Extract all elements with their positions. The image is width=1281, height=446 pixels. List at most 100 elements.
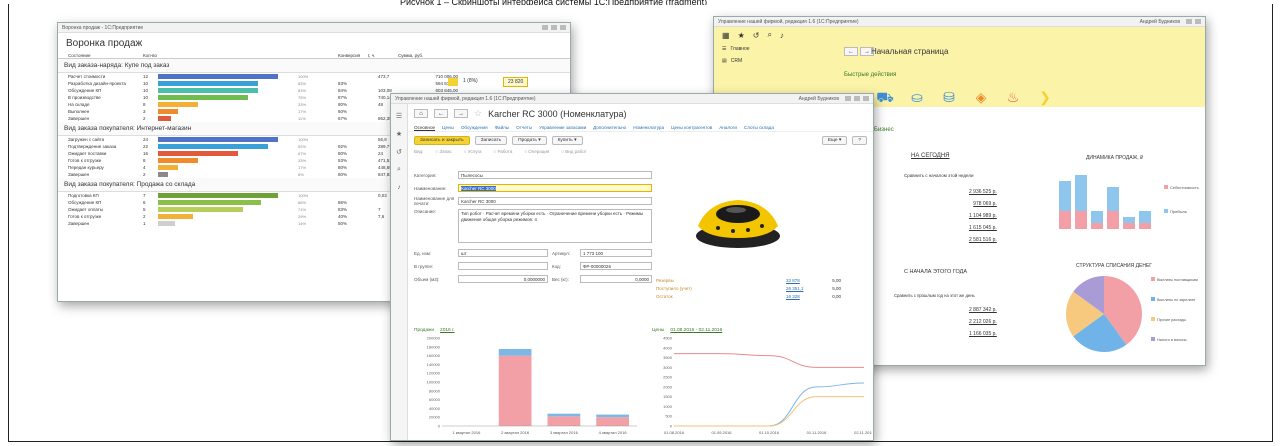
buy-button[interactable]: Купить ▾ bbox=[551, 136, 583, 145]
bell-icon[interactable]: ♪ bbox=[780, 31, 784, 40]
user-name[interactable]: Андрей Будников bbox=[799, 96, 839, 102]
tab-7[interactable]: Номенклатура bbox=[633, 125, 664, 130]
close-icon[interactable] bbox=[1195, 19, 1201, 24]
tab-0[interactable]: Основное bbox=[414, 125, 435, 130]
column-header[interactable]: Сумма, руб. bbox=[398, 53, 448, 58]
funnel-row[interactable]: Расчет стоимости 12 100% 473,7 710 006,00 bbox=[58, 73, 570, 80]
tab-3[interactable]: Файлы bbox=[495, 125, 510, 130]
menu-icon[interactable]: ☰ bbox=[396, 112, 402, 120]
sell-button[interactable]: Продать ▾ bbox=[512, 136, 547, 145]
kpi-value[interactable]: 1 104 989 р. bbox=[969, 213, 997, 225]
tab-8[interactable]: Цены контрагентов bbox=[671, 125, 712, 130]
today-compare-link[interactable]: Сравнить с началом этой недели bbox=[904, 173, 974, 178]
save-and-close-button[interactable]: Записать и закрыть bbox=[414, 136, 470, 145]
legend-swatch bbox=[1164, 185, 1168, 189]
chevron-right-icon[interactable]: ❯ bbox=[1034, 89, 1056, 105]
star-icon[interactable]: ★ bbox=[738, 31, 745, 40]
product-form: ⌂ ← → ☆ Karcher RC 3000 (Номенклатура) О… bbox=[408, 104, 873, 440]
maximize-icon[interactable] bbox=[854, 96, 860, 101]
type-label: Вид: bbox=[414, 149, 424, 154]
more-button[interactable]: Еще ▾ bbox=[821, 136, 848, 145]
back-button[interactable]: ← bbox=[434, 109, 448, 118]
maximize-icon[interactable] bbox=[551, 25, 557, 30]
kpi-value[interactable]: 1 166 035 р. bbox=[969, 331, 997, 343]
fullname-field[interactable]: Karcher RC 3000 bbox=[458, 197, 652, 205]
funnel-group[interactable]: Вид заказа-наряда: Купе под заказ bbox=[58, 59, 570, 73]
stat-value[interactable]: 33 878 bbox=[786, 278, 816, 283]
section-main[interactable]: ☰ Главное bbox=[714, 43, 826, 55]
stat-value[interactable]: 16 328 bbox=[786, 294, 816, 299]
bell-icon[interactable]: ♪ bbox=[397, 184, 401, 191]
tab-2[interactable]: Обсуждения bbox=[461, 125, 488, 130]
column-header[interactable]: t, ч. bbox=[368, 53, 398, 58]
sales-year[interactable]: 2016 г. bbox=[440, 328, 455, 333]
cart-icon[interactable]: ⛟ bbox=[874, 89, 896, 105]
y-tick-label: 120000 bbox=[427, 371, 441, 376]
tab-6[interactable]: Дополнительно bbox=[593, 125, 626, 130]
close-icon[interactable] bbox=[863, 96, 869, 101]
volume-field[interactable]: 0,0000000 bbox=[458, 275, 548, 283]
unit-field[interactable]: шт bbox=[458, 249, 548, 257]
group-field[interactable] bbox=[458, 262, 548, 270]
column-header[interactable]: Конверсия bbox=[338, 53, 368, 58]
type-radio[interactable]: ○ Услуга bbox=[464, 149, 482, 154]
back-button[interactable]: ← bbox=[844, 47, 858, 56]
tab-10[interactable]: Слоты склада bbox=[744, 125, 774, 130]
weight-field[interactable]: 0,0000 bbox=[580, 275, 652, 283]
column-header[interactable]: Состояние bbox=[68, 53, 143, 58]
tab-9[interactable]: Аналоги bbox=[719, 125, 737, 130]
code-field[interactable]: ФР-00000026 bbox=[580, 262, 652, 270]
type-radio[interactable]: ○ Работа bbox=[494, 149, 513, 154]
tab-1[interactable]: Цены bbox=[442, 125, 454, 130]
close-icon[interactable] bbox=[560, 25, 566, 30]
y-tick-label: 20000 bbox=[429, 415, 441, 420]
remain-sum[interactable]: 23 820 bbox=[503, 77, 529, 87]
grid-icon[interactable]: ▦ bbox=[722, 31, 730, 40]
coins-icon[interactable]: ⛁ bbox=[938, 89, 960, 105]
article-field[interactable]: 1 773 100 bbox=[580, 249, 652, 257]
star-icon[interactable]: ★ bbox=[396, 130, 402, 138]
money-icon[interactable]: ⛀ bbox=[906, 89, 928, 105]
type-radio[interactable]: ○ Вид работ bbox=[561, 149, 586, 154]
save-button[interactable]: Записать bbox=[474, 136, 508, 145]
history-icon[interactable]: ↺ bbox=[396, 148, 402, 156]
kpi-value[interactable]: 2 936 525 р. bbox=[969, 189, 997, 201]
search-icon[interactable]: ⌕ bbox=[767, 30, 771, 40]
kpi-value[interactable]: 2 212 026 р. bbox=[969, 319, 997, 331]
kpi-value[interactable]: 2 887 342 р. bbox=[969, 307, 997, 319]
minimize-icon[interactable] bbox=[542, 25, 548, 30]
history-icon[interactable]: ↺ bbox=[753, 31, 760, 40]
prices-period[interactable]: 01.08.2016 - 02.11.2016 bbox=[670, 328, 722, 333]
x-tick-label: 1 квартал 2016 bbox=[452, 430, 481, 435]
user-name[interactable]: Андрей Будников bbox=[1140, 19, 1180, 25]
today-title[interactable]: НА СЕГОДНЯ bbox=[911, 153, 950, 159]
forward-button[interactable]: → bbox=[454, 109, 468, 118]
search-icon[interactable]: ⌕ bbox=[397, 166, 401, 174]
tab-5[interactable]: Управление запасами bbox=[539, 125, 586, 130]
stage-bar-track bbox=[158, 214, 298, 219]
stage-pct: 17% bbox=[298, 165, 307, 170]
category-field[interactable]: Пылесосы bbox=[458, 171, 652, 179]
section-crm[interactable]: ▤ CRM bbox=[714, 55, 826, 67]
year-compare-link[interactable]: Сравнить с прошлым год на этот же день bbox=[894, 293, 975, 298]
name-field[interactable]: Karcher RC 3000 bbox=[458, 184, 652, 192]
kpi-value[interactable]: 2 581 516 р. bbox=[969, 237, 997, 249]
minimize-icon[interactable] bbox=[1186, 19, 1192, 24]
crm-icon: ▤ bbox=[722, 58, 727, 64]
fire-icon[interactable]: ♨ bbox=[1002, 89, 1024, 105]
help-button[interactable]: ? bbox=[852, 136, 867, 145]
kpi-value[interactable]: 978 069 р. bbox=[969, 201, 997, 213]
favorite-star-icon[interactable]: ☆ bbox=[474, 108, 482, 119]
box-icon[interactable]: ◈ bbox=[970, 89, 992, 105]
home-button[interactable]: ⌂ bbox=[414, 109, 428, 118]
stage-pct: 14% bbox=[298, 221, 307, 226]
type-radio[interactable]: ○ Запас bbox=[435, 149, 451, 154]
kpi-value[interactable]: 1 615 045 р. bbox=[969, 225, 997, 237]
stat-value[interactable]: 26 351,1 bbox=[786, 286, 816, 291]
type-radio[interactable]: ○ Операция bbox=[524, 149, 549, 154]
description-field[interactable]: Тип робот · Расчет времени уборки есть ·… bbox=[458, 209, 652, 243]
column-header[interactable]: Кол-во bbox=[143, 53, 158, 58]
tab-4[interactable]: Отчеты bbox=[516, 125, 532, 130]
minimize-icon[interactable] bbox=[845, 96, 851, 101]
funnel-row[interactable]: Разработка дизайн-проекта 10 83% 83% 594 571… bbox=[58, 80, 570, 87]
